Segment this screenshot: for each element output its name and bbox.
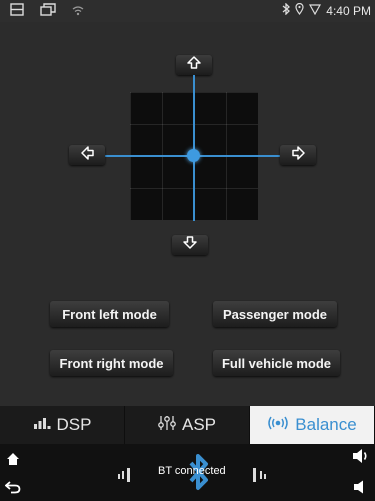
tab-asp-label: ASP <box>181 415 217 434</box>
down-arrow-icon <box>183 236 197 254</box>
full-vehicle-mode-button[interactable]: Full vehicle mode <box>213 350 340 376</box>
back-icon[interactable] <box>4 480 21 499</box>
next-track-icon[interactable] <box>251 468 267 487</box>
bluetooth-icon <box>282 2 291 18</box>
status-bar: 4:40 PM <box>0 0 375 22</box>
front-left-mode-button[interactable]: Front left mode <box>50 301 169 327</box>
tab-dsp[interactable]: DSP <box>0 406 125 444</box>
sliders-icon <box>158 415 176 436</box>
balance-crosshair-vertical <box>193 75 195 221</box>
bt-status-label: BT connected <box>158 465 226 477</box>
tab-balance-label: Balance <box>295 415 357 434</box>
audio-tabs: DSP ASP Balance <box>0 406 375 444</box>
volume-down-icon[interactable] <box>353 480 367 499</box>
location-icon <box>295 2 304 18</box>
tab-dsp-label: DSP <box>56 415 92 434</box>
bottom-bar: BT connected <box>0 444 375 501</box>
wifi-icon <box>72 3 84 21</box>
equalizer-icon <box>33 415 51 435</box>
up-arrow-button[interactable] <box>176 55 212 75</box>
left-arrow-icon <box>80 145 94 165</box>
tab-asp[interactable]: ASP <box>125 406 250 444</box>
signal-icon <box>309 3 322 18</box>
balance-position-handle[interactable] <box>187 149 200 162</box>
volume-up-icon[interactable] <box>352 448 370 469</box>
right-arrow-icon <box>291 145 305 165</box>
up-arrow-icon <box>187 56 201 74</box>
window-icon[interactable] <box>10 3 24 21</box>
multiwindow-icon[interactable] <box>40 3 56 21</box>
front-right-mode-button[interactable]: Front right mode <box>50 350 173 376</box>
broadcast-icon <box>267 415 289 435</box>
left-arrow-button[interactable] <box>69 145 105 165</box>
passenger-mode-button[interactable]: Passenger mode <box>213 301 337 327</box>
down-arrow-button[interactable] <box>172 235 208 255</box>
right-arrow-button[interactable] <box>280 145 316 165</box>
clock: 4:40 PM <box>326 3 371 18</box>
home-icon[interactable] <box>6 452 20 471</box>
tab-balance[interactable]: Balance <box>250 406 375 444</box>
